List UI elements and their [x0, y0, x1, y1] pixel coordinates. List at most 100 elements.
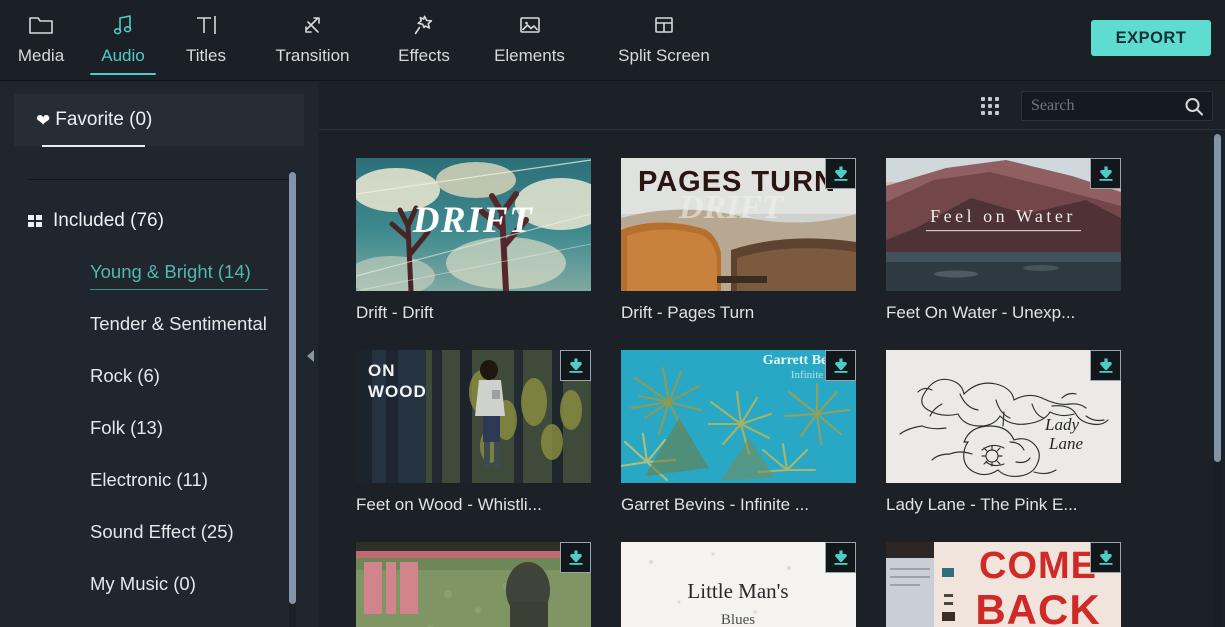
- sidebar-item-tender-and-sentimental[interactable]: Tender & Sentimental: [0, 310, 318, 338]
- tab-elements-label: Elements: [494, 46, 565, 66]
- sidebar-item-young-and-bright[interactable]: Young & Bright (14): [0, 258, 318, 286]
- category-selected-underline: [90, 289, 268, 291]
- svg-text:Feel on Water: Feel on Water: [930, 206, 1076, 226]
- sidebar-item-label: Tender & Sentimental: [90, 313, 267, 334]
- sidebar-item-electronic[interactable]: Electronic (11): [0, 466, 318, 494]
- audio-grid: DRIFT Drift - Drift: [319, 130, 1199, 627]
- content-scrollbar-thumb[interactable]: [1214, 134, 1221, 462]
- audio-card[interactable]: ON WOOD Feet on Wood - Whistli...: [356, 350, 621, 516]
- sidebar-item-label: Rock (6): [90, 365, 160, 386]
- grid-dots-icon[interactable]: [977, 93, 1003, 119]
- tab-audio[interactable]: Audio: [82, 0, 164, 81]
- search-icon[interactable]: [1183, 96, 1205, 123]
- audio-card[interactable]: Feel on Water Feet On Water - Unexp...: [886, 158, 1151, 324]
- audio-thumbnail[interactable]: DRIFT PAGES TURN: [621, 158, 856, 291]
- audio-card-title: Drift - Pages Turn: [621, 302, 886, 324]
- audio-thumbnail[interactable]: Garrett Bevins Infinite: [621, 350, 856, 483]
- tab-elements[interactable]: Elements: [471, 0, 588, 81]
- tab-split-screen[interactable]: Split Screen: [588, 0, 740, 81]
- audio-card-title: Garret Bevins - Infinite ...: [621, 494, 886, 516]
- audio-thumbnail[interactable]: Lady Lane: [886, 350, 1121, 483]
- audio-library-window: Media Audio Titles: [0, 0, 1225, 627]
- sidebar-item-folk[interactable]: Folk (13): [0, 414, 318, 442]
- tab-underline: [391, 73, 457, 75]
- tab-media[interactable]: Media: [0, 0, 82, 81]
- sidebar-item-my-music[interactable]: My Music (0): [0, 570, 318, 598]
- chevron-left-icon[interactable]: [305, 348, 317, 364]
- svg-text:BACK: BACK: [975, 586, 1100, 627]
- svg-text:Lane: Lane: [1048, 434, 1083, 453]
- tab-split-screen-label: Split Screen: [618, 46, 710, 66]
- favorite-selected-underline: [42, 145, 145, 148]
- sidebar-item-label: Electronic (11): [90, 469, 208, 490]
- audio-card[interactable]: Garrett Bevins Infinite Garret Bevins - …: [621, 350, 886, 516]
- sidebar-item-rock[interactable]: Rock (6): [0, 362, 318, 390]
- tab-titles-label: Titles: [186, 46, 226, 66]
- download-arrow-icon[interactable]: [1090, 542, 1121, 573]
- tab-media-label: Media: [18, 46, 64, 66]
- sidebar-item-label: My Music (0): [90, 573, 196, 594]
- audio-thumbnail[interactable]: Feel on Water: [886, 158, 1121, 291]
- sidebar-item-sound-effect[interactable]: Sound Effect (25): [0, 518, 318, 546]
- tab-underline: [173, 73, 239, 75]
- folder-icon: [28, 8, 54, 42]
- audio-thumbnail[interactable]: Little Man's Blues: [621, 542, 856, 627]
- tab-transition[interactable]: Transition: [248, 0, 377, 81]
- heart-icon: ❤: [36, 112, 50, 129]
- audio-thumbnail[interactable]: COME BACK: [886, 542, 1121, 627]
- tab-titles[interactable]: Titles: [164, 0, 248, 81]
- tab-effects[interactable]: Effects: [377, 0, 471, 81]
- audio-card-title: Feet on Wood - Whistli...: [356, 494, 621, 516]
- thumbnail-art-white-paper: Little Man's Blues: [621, 542, 856, 627]
- thumbnail-art-dog-sketch: Lady Lane: [886, 350, 1121, 483]
- sidebar-item-label: Sound Effect (25): [90, 521, 234, 542]
- sidebar-item-included-label: Included (76): [53, 210, 164, 232]
- main-toolbar: Media Audio Titles: [0, 0, 1225, 81]
- thumbnail-art-forest-person: ON WOOD: [356, 350, 591, 483]
- thumbnail-art-pages-book: DRIFT PAGES TURN: [621, 158, 856, 291]
- export-button[interactable]: EXPORT: [1091, 20, 1211, 56]
- download-arrow-icon[interactable]: [825, 542, 856, 573]
- tab-effects-label: Effects: [398, 46, 450, 66]
- download-arrow-icon[interactable]: [825, 350, 856, 381]
- music-note-icon: [111, 8, 135, 42]
- tab-underline: [8, 73, 74, 75]
- sidebar-item-label: Folk (13): [90, 417, 163, 438]
- tab-transition-label: Transition: [275, 46, 349, 66]
- audio-card[interactable]: DRIFT PAGES TURN Drift - Pages Turn: [621, 158, 886, 324]
- tab-underline: [631, 73, 697, 75]
- sidebar-item-included[interactable]: Included (76): [0, 210, 318, 232]
- sidebar-item-favorite[interactable]: ❤ Favorite (0): [14, 94, 304, 146]
- search-box[interactable]: [1021, 91, 1213, 121]
- audio-card[interactable]: DRIFT Drift - Drift: [356, 158, 621, 324]
- audio-content-panel: DRIFT Drift - Drift: [319, 82, 1225, 627]
- audio-thumbnail[interactable]: ON WOOD: [356, 350, 591, 483]
- audio-thumbnail[interactable]: DRIFT: [356, 158, 591, 291]
- svg-text:Lady: Lady: [1044, 415, 1079, 434]
- arrows-swap-icon: [300, 8, 326, 42]
- svg-text:Little Man's: Little Man's: [687, 579, 788, 603]
- sidebar-item-favorite-label: Favorite (0): [55, 109, 152, 131]
- sparkle-star-icon: [411, 8, 437, 42]
- download-arrow-icon[interactable]: [560, 350, 591, 381]
- audio-thumbnail[interactable]: [356, 542, 591, 627]
- svg-text:Infinite: Infinite: [791, 369, 823, 381]
- grid-squares-icon: [28, 214, 45, 229]
- download-arrow-icon[interactable]: [825, 158, 856, 189]
- sidebar-scrollbar-thumb[interactable]: [289, 172, 296, 604]
- audio-card[interactable]: Lady Lane Lady Lane - The Pink E...: [886, 350, 1151, 516]
- thumbnail-art-water-mountain: Feel on Water: [886, 158, 1121, 291]
- text-cursor-icon: [193, 8, 219, 42]
- audio-card[interactable]: Little Man's Blues: [621, 542, 886, 627]
- thumbnail-art-green-poster: [356, 542, 591, 627]
- tab-underline-active: [90, 73, 156, 75]
- audio-card-title: Lady Lane - The Pink E...: [886, 494, 1151, 516]
- download-arrow-icon[interactable]: [560, 542, 591, 573]
- audio-card[interactable]: COME BACK: [886, 542, 1151, 627]
- download-arrow-icon[interactable]: [1090, 350, 1121, 381]
- svg-text:Blues: Blues: [721, 612, 755, 627]
- category-sidebar: ❤ Favorite (0) Included (76) Young & Bri…: [0, 82, 318, 627]
- audio-card[interactable]: [356, 542, 621, 627]
- download-arrow-icon[interactable]: [1090, 158, 1121, 189]
- audio-grid-scroll-area: DRIFT Drift - Drift: [319, 130, 1225, 627]
